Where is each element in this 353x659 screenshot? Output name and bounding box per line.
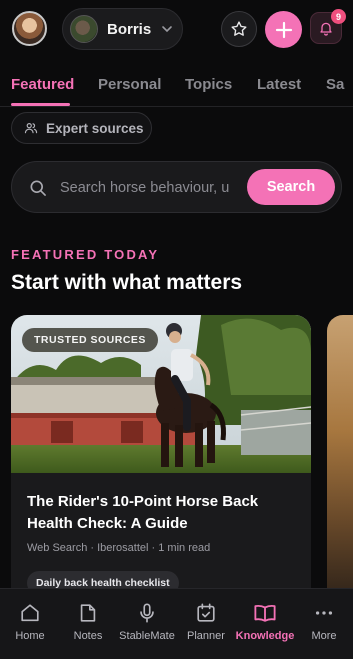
calendar-check-icon (195, 601, 217, 625)
nav-stablemate-label: StableMate (119, 630, 175, 642)
tab-personal[interactable]: Personal (98, 76, 161, 93)
note-icon (77, 601, 99, 625)
article-meta: Web Search · Iberosattel · 1 min read (27, 542, 211, 554)
tab-topics[interactable]: Topics (185, 76, 232, 93)
trusted-sources-badge: TRUSTED SOURCES (22, 328, 158, 352)
next-article-card-peek[interactable] (327, 315, 353, 605)
horse-selector[interactable]: Borris (62, 8, 183, 50)
book-open-icon (253, 601, 277, 625)
search-button[interactable]: Search (247, 169, 335, 205)
nav-knowledge[interactable]: Knowledge (235, 589, 295, 659)
nav-planner[interactable]: Planner (176, 589, 236, 659)
search-bar: Search (11, 161, 342, 213)
home-icon (19, 601, 41, 625)
notification-count-badge: 9 (331, 9, 346, 24)
horse-avatar (70, 15, 98, 43)
nav-planner-label: Planner (187, 630, 225, 642)
bottom-navigation: Home Notes StableMate Planner Knowledge … (0, 588, 353, 659)
active-tab-indicator (11, 103, 70, 106)
section-eyebrow: FEATURED TODAY (11, 247, 160, 262)
star-icon (231, 21, 247, 36)
notifications-button[interactable]: 9 (310, 9, 346, 44)
nav-knowledge-label: Knowledge (235, 630, 295, 642)
nav-stablemate[interactable]: StableMate (117, 589, 177, 659)
expert-sources-label: Expert sources (46, 120, 144, 136)
add-button[interactable] (265, 11, 302, 48)
user-avatar[interactable] (12, 11, 47, 46)
tab-saved[interactable]: Sa (326, 76, 344, 93)
plus-icon (275, 21, 292, 38)
bell-icon (320, 22, 332, 36)
nav-more-label: More (311, 630, 337, 642)
featured-article-card[interactable]: TRUSTED SOURCES The Rider's 10-Point Hor… (11, 315, 311, 605)
article-title[interactable]: The Rider's 10-Point Horse Back Health C… (27, 491, 287, 535)
app-header: Borris 9 (0, 0, 353, 62)
nav-home[interactable]: Home (0, 589, 60, 659)
nav-notes-label: Notes (73, 630, 103, 642)
favorites-button[interactable] (221, 11, 257, 47)
users-icon (24, 123, 38, 134)
microphone-icon (136, 601, 158, 625)
chevron-down-icon (161, 23, 173, 35)
section-title: Start with what matters (11, 271, 243, 294)
nav-home-label: Home (15, 630, 45, 642)
search-icon (30, 180, 46, 196)
tab-featured[interactable]: Featured (11, 76, 74, 93)
category-tabs: Featured Personal Topics Latest Sa (0, 62, 353, 107)
nav-notes[interactable]: Notes (58, 589, 118, 659)
article-image: TRUSTED SOURCES (11, 315, 311, 473)
search-input[interactable] (60, 176, 240, 200)
more-dots-icon (313, 601, 335, 625)
tab-latest[interactable]: Latest (257, 76, 301, 93)
horse-name: Borris (107, 20, 152, 38)
expert-sources-chip[interactable]: Expert sources (11, 112, 152, 144)
nav-more[interactable]: More (294, 589, 353, 659)
